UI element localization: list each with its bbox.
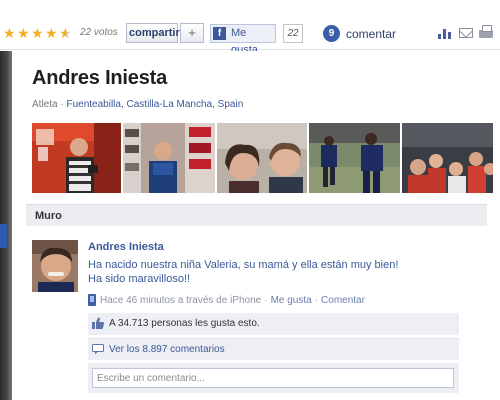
star-icon[interactable]: ★ xyxy=(45,24,59,42)
post-message: Ha nacido nuestra niña Valeria, su mamá … xyxy=(88,259,399,285)
votes-count: 22 votos xyxy=(80,27,118,38)
comment-input[interactable] xyxy=(92,368,454,388)
comments-summary: Ver los 8.897 comentarios xyxy=(88,338,459,360)
page-title[interactable]: Andres Iniesta xyxy=(32,67,167,90)
star-icon[interactable]: ★ xyxy=(31,24,45,42)
iphone-icon xyxy=(88,294,96,306)
meta-separator: · xyxy=(314,294,319,306)
profile-category: Atleta xyxy=(32,99,58,110)
star-icon[interactable]: ★ xyxy=(3,24,17,42)
tab-wall[interactable]: Muro xyxy=(35,210,62,222)
like-count-bubble: 22 xyxy=(283,24,303,43)
avatar[interactable] xyxy=(32,240,78,292)
post-author-link[interactable]: Andres Iniesta xyxy=(88,241,164,253)
likes-summary: A 34.713 personas les gusta esto. xyxy=(88,313,459,335)
photo-thumbnail[interactable] xyxy=(123,123,215,193)
star-half-icon[interactable]: ★ xyxy=(59,24,73,42)
share-toolbar: ★ ★ ★ ★ ★ 22 votos compartir + f Me gust… xyxy=(0,0,500,56)
star-icon[interactable]: ★ xyxy=(17,24,31,42)
comment-bubble-icon xyxy=(92,344,104,355)
share-plus-button[interactable]: + xyxy=(180,23,204,43)
photo-thumbnail[interactable] xyxy=(217,123,307,193)
profile-meta: Atleta · Fuenteabilla, Castilla-La Manch… xyxy=(32,99,243,110)
meta-separator: · xyxy=(60,99,64,110)
thumbs-up-icon xyxy=(92,317,104,329)
photo-thumbnail[interactable] xyxy=(32,123,121,193)
photo-thumbnail[interactable] xyxy=(402,123,493,193)
stats-icon[interactable] xyxy=(438,27,452,39)
likes-count-text[interactable]: A 34.713 personas les gusta esto. xyxy=(109,318,260,329)
comment-link[interactable]: comentar xyxy=(346,27,396,41)
facebook-like-button[interactable]: f Me gusta xyxy=(210,24,276,56)
facebook-icon: f xyxy=(213,27,226,40)
background-accent xyxy=(0,224,7,248)
print-icon[interactable] xyxy=(479,25,493,38)
meta-separator: · xyxy=(264,294,268,306)
comment-count-badge[interactable]: 9 xyxy=(323,25,340,42)
facebook-page-panel: Andres Iniesta Atleta · Fuenteabilla, Ca… xyxy=(13,51,500,400)
share-button[interactable]: compartir xyxy=(126,23,180,43)
background-page-edge xyxy=(0,51,12,400)
photo-thumbnail[interactable] xyxy=(309,123,400,193)
wall-tab-bar: Muro xyxy=(26,204,487,226)
star-rating[interactable]: ★ ★ ★ ★ ★ xyxy=(3,24,73,42)
post-timestamp[interactable]: Hace 46 minutos a través de iPhone xyxy=(100,295,261,306)
mail-icon[interactable] xyxy=(459,28,473,38)
comment-composer xyxy=(88,363,459,393)
view-comments-link[interactable]: Ver los 8.897 comentarios xyxy=(109,344,225,355)
comment-post-link[interactable]: Comentar xyxy=(321,295,365,306)
like-post-link[interactable]: Me gusta xyxy=(271,295,312,306)
profile-location-link[interactable]: Fuenteabilla, Castilla-La Mancha, Spain xyxy=(66,99,243,110)
post-meta: Hace 46 minutos a través de iPhone · Me … xyxy=(88,293,365,307)
